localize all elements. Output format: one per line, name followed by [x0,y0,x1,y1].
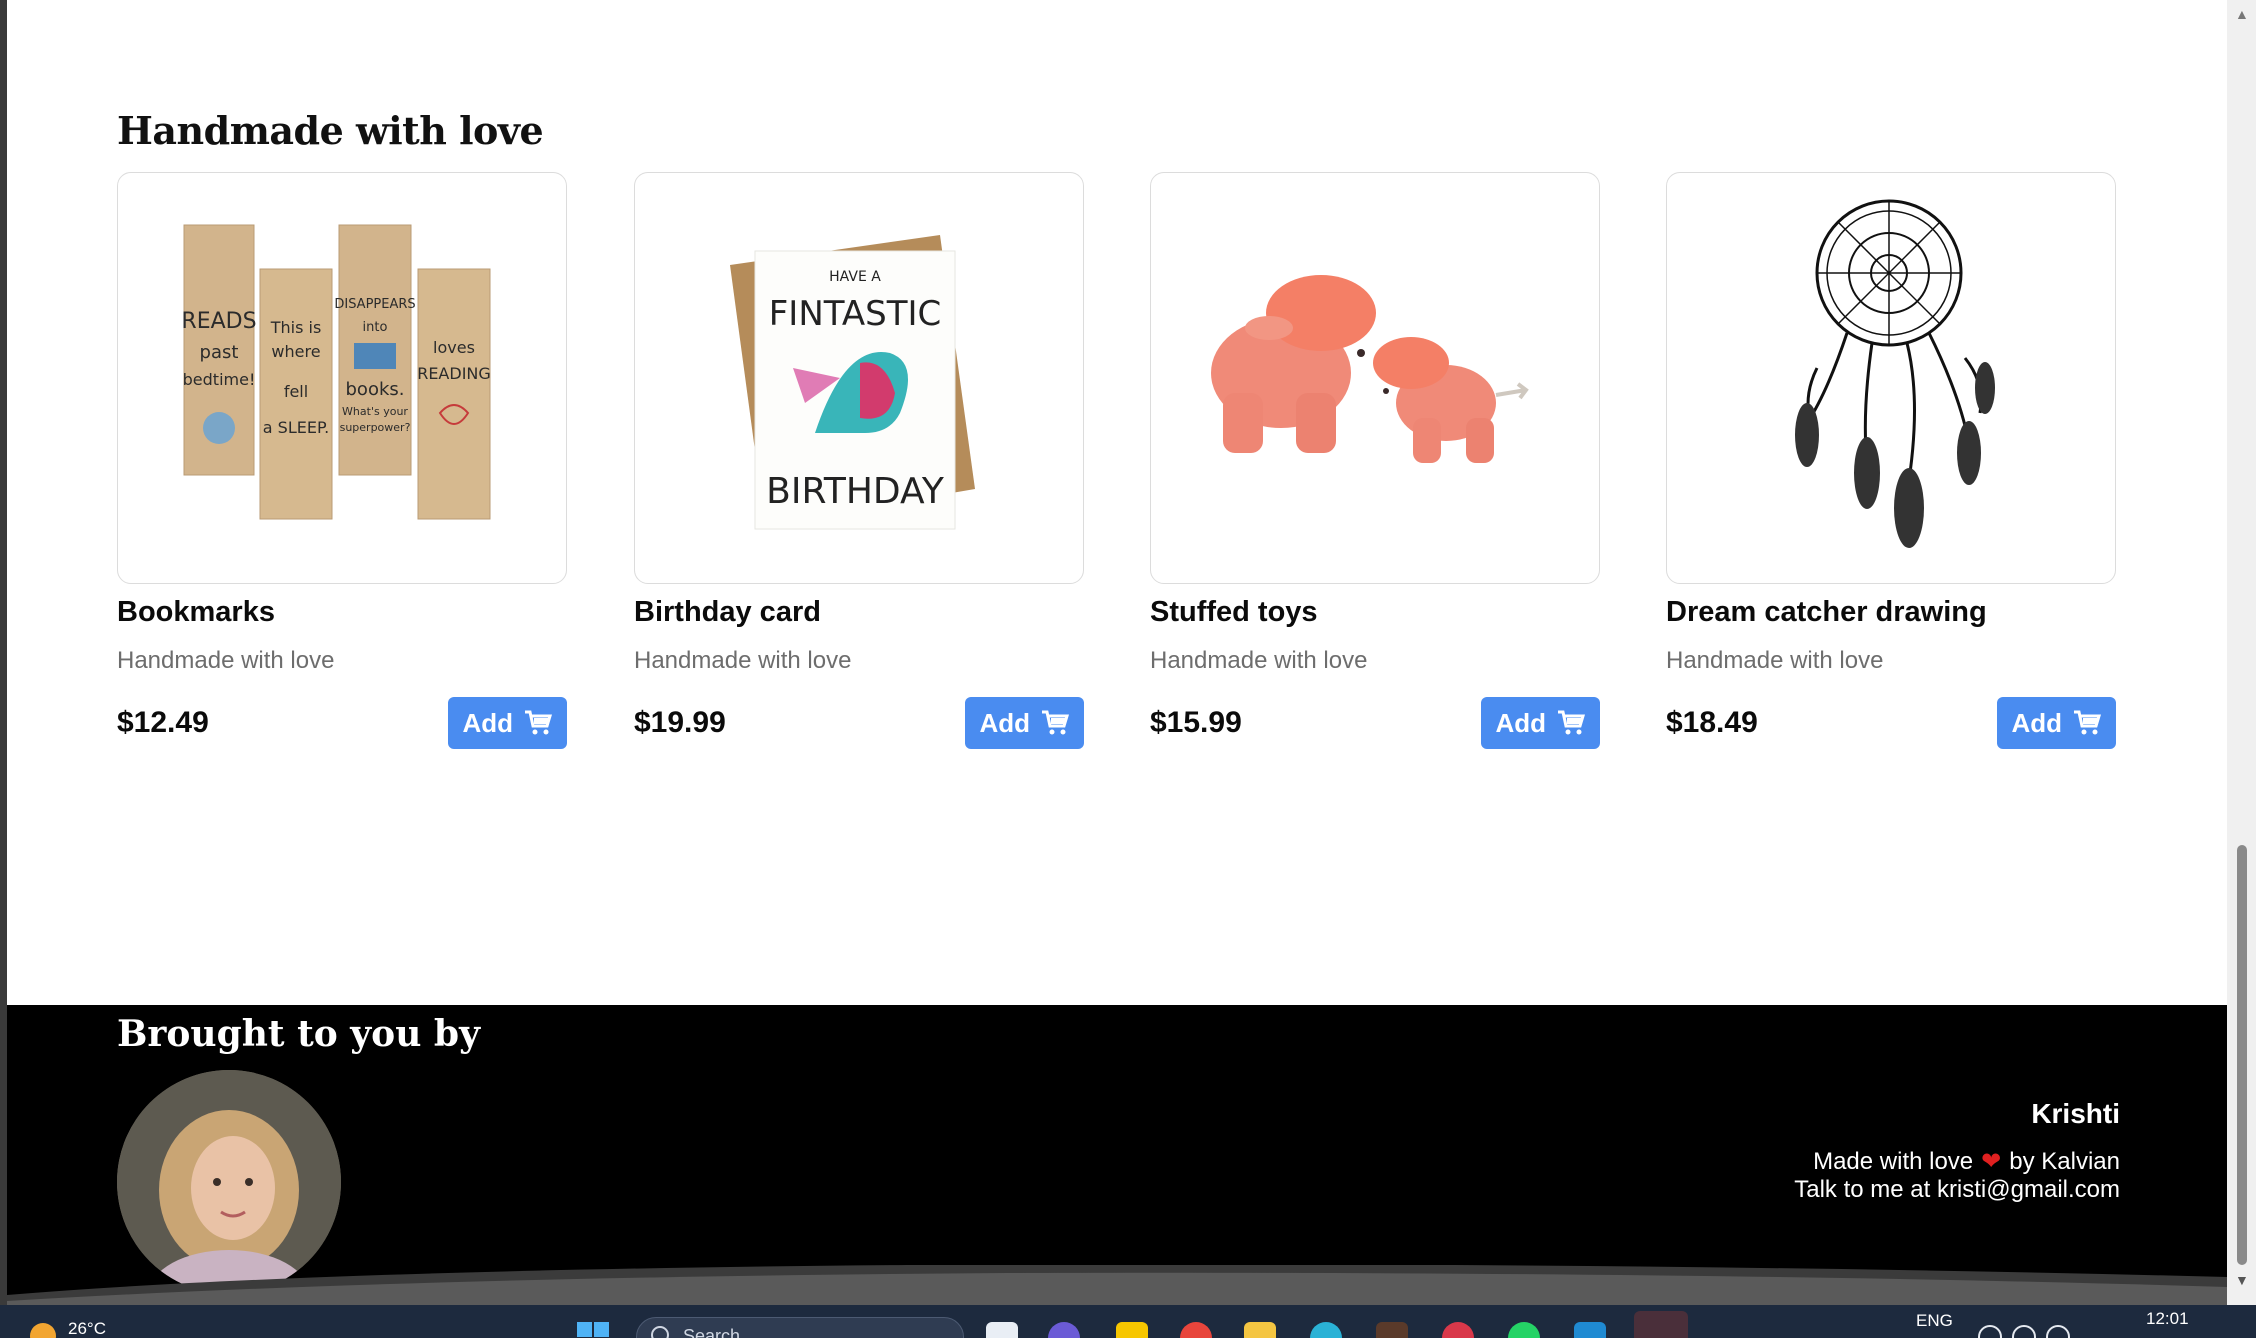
product-card: HAVE A FINTASTIC BIRTHDAY Birthday card … [634,172,1084,749]
add-to-cart-button[interactable]: Add [1481,697,1600,749]
weather-widget[interactable]: 26°C [30,1309,106,1338]
active-app-icon[interactable] [1634,1311,1688,1338]
svg-text:DISAPPEARS: DISAPPEARS [334,297,415,312]
cart-icon [2074,710,2102,735]
scroll-up-arrow-icon[interactable]: ▲ [2235,6,2249,22]
svg-text:bedtime!: bedtime! [183,370,256,389]
language-indicator[interactable]: ENG [1916,1311,1953,1331]
svg-text:What's your: What's your [342,405,408,418]
scroll-thumb[interactable] [2237,845,2247,1265]
contact-email-line[interactable]: Talk to me at kristi@gmail.com [1794,1176,2120,1204]
add-to-cart-button[interactable]: Add [965,697,1084,749]
product-subtitle: Handmade with love [634,647,852,674]
svg-text:HAVE A: HAVE A [829,269,881,285]
svg-text:READS: READS [181,309,256,334]
svg-text:where: where [271,342,320,361]
footer-title: Brought to you by [117,1013,480,1055]
svg-text:READING: READING [417,364,491,383]
add-button-label: Add [979,707,1030,738]
cart-icon [1042,710,1070,735]
add-to-cart-button[interactable]: Add [1997,697,2116,749]
author-name: Krishti [2031,1098,2120,1129]
teams-icon[interactable] [1048,1322,1080,1338]
windows-start-icon[interactable] [576,1321,610,1338]
add-button-label: Add [1495,707,1546,738]
section-title: Handmade with love [117,108,544,153]
edge-icon[interactable] [1310,1322,1342,1338]
product-image-stuffed-toys[interactable] [1150,172,1600,584]
svg-text:BIRTHDAY: BIRTHDAY [766,471,945,512]
clock[interactable]: 12:01 [2146,1309,2189,1329]
heart-icon: ❤ [1981,1148,2002,1175]
svg-text:books.: books. [346,379,405,400]
product-price: $18.49 [1666,706,1758,739]
author-avatar [117,1070,341,1294]
chrome-icon[interactable] [1180,1322,1212,1338]
product-image-birthday-card[interactable]: HAVE A FINTASTIC BIRTHDAY [634,172,1084,584]
scroll-down-arrow-icon[interactable]: ▼ [2235,1272,2249,1288]
sticky-notes-icon[interactable] [1116,1322,1148,1338]
product-title: Stuffed toys [1150,596,1318,628]
svg-text:This is: This is [270,318,322,337]
search-icon [651,1326,669,1338]
cart-icon [1558,710,1586,735]
svg-text:loves: loves [433,338,475,357]
footer-contact: Krishti Made with love ❤ by Kalvian Talk t… [1794,1098,2120,1204]
product-card: Dream catcher drawing Handmade with love… [1666,172,2116,749]
windows-taskbar: 26°C Search ENG 12:01 [0,1305,2256,1338]
temperature: 26°C [68,1319,106,1338]
battery-icon[interactable] [2046,1325,2070,1338]
product-card: Stuffed toys Handmade with love $15.99 A… [1150,172,1600,749]
product-subtitle: Handmade with love [1666,647,1884,674]
product-price: $15.99 [1150,706,1242,739]
product-title: Birthday card [634,596,821,628]
wifi-icon[interactable] [1978,1325,2002,1338]
product-image-dream-catcher[interactable] [1666,172,2116,584]
product-price: $12.49 [117,706,209,739]
made-with-love-line: Made with love ❤ by Kalvian [1813,1148,2120,1175]
product-title: Bookmarks [117,596,275,628]
product-title: Dream catcher drawing [1666,596,1987,628]
taskbar-search[interactable]: Search [636,1317,964,1338]
svg-text:a SLEEP.: a SLEEP. [263,418,329,437]
svg-text:fell: fell [284,382,308,401]
vscode-icon[interactable] [1574,1322,1606,1338]
cart-icon [525,710,553,735]
app-icon[interactable] [1376,1322,1408,1338]
svg-text:past: past [200,342,239,363]
svg-text:into: into [363,320,388,335]
page-viewport: Handmade with love READS past bedtime! T… [0,0,2256,1305]
product-image-bookmarks[interactable]: READS past bedtime! This is where fell a… [117,172,567,584]
site-footer: Brought to you by Krishti Made with love… [7,1005,2227,1305]
whatsapp-icon[interactable] [1508,1322,1540,1338]
vertical-scrollbar[interactable]: ▲ ▼ [2227,0,2256,1305]
svg-text:superpower?: superpower? [340,421,411,434]
footer-wave [7,1265,2227,1305]
product-card: READS past bedtime! This is where fell a… [117,172,567,749]
app-icon[interactable] [1442,1322,1474,1338]
add-button-label: Add [462,707,513,738]
window-edge [0,0,7,1305]
add-to-cart-button[interactable]: Add [448,697,567,749]
product-subtitle: Handmade with love [1150,647,1368,674]
svg-text:FINTASTIC: FINTASTIC [769,294,942,334]
add-button-label: Add [2011,707,2062,738]
product-subtitle: Handmade with love [117,647,335,674]
task-view-icon[interactable] [986,1322,1018,1338]
product-price: $19.99 [634,706,726,739]
sun-icon [30,1323,56,1338]
volume-icon[interactable] [2012,1325,2036,1338]
file-explorer-icon[interactable] [1244,1322,1276,1338]
